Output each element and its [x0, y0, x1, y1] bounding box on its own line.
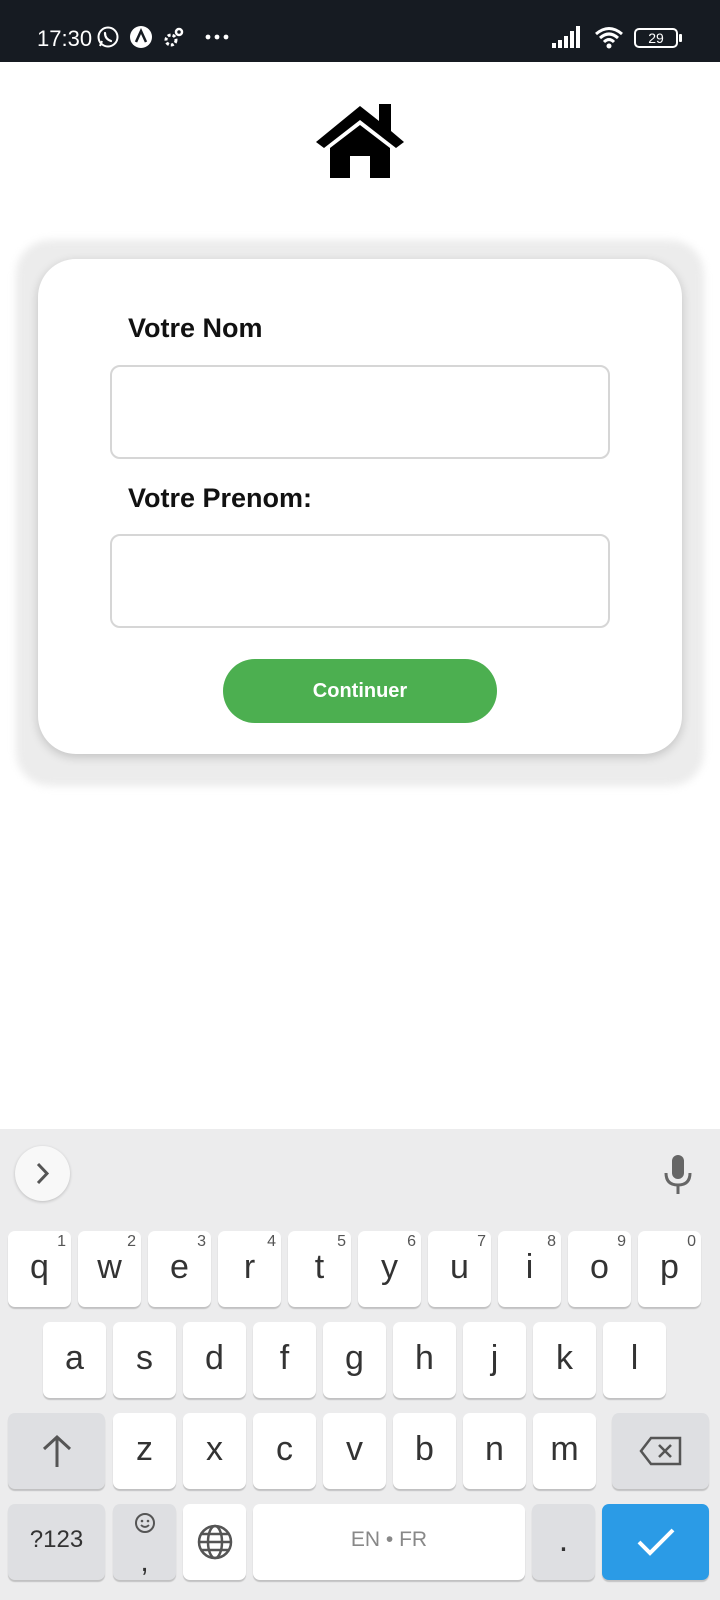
form-card: Votre Nom Votre Prenom: Continuer [38, 259, 682, 754]
key-number-hint: 6 [407, 1233, 416, 1250]
keyboard-expand-button[interactable] [15, 1146, 70, 1201]
key-e[interactable]: e3 [148, 1231, 211, 1307]
name-label: Votre Nom [128, 313, 263, 343]
key-u[interactable]: u7 [428, 1231, 491, 1307]
firstname-input[interactable] [110, 534, 610, 628]
symbols-key[interactable]: ?123 [8, 1504, 105, 1580]
key-label: x [206, 1430, 223, 1468]
keyboard: q1w2e3r4t5y6u7i8o9p0 asdfghjkl zxcvbnm ?… [0, 1129, 720, 1600]
name-input[interactable] [110, 365, 610, 459]
key-number-hint: 5 [337, 1233, 346, 1250]
emoji-comma-key[interactable]: , [113, 1504, 176, 1580]
key-z[interactable]: z [113, 1413, 176, 1489]
language-key[interactable] [183, 1504, 246, 1580]
key-number-hint: 3 [197, 1233, 206, 1250]
key-label: f [279, 1339, 290, 1377]
key-label: g [345, 1339, 364, 1377]
key-d[interactable]: d [183, 1322, 246, 1398]
key-label: t [314, 1248, 325, 1286]
key-label: z [136, 1430, 153, 1468]
enter-key[interactable] [602, 1504, 709, 1580]
more-icon [205, 34, 229, 40]
key-label: k [556, 1339, 573, 1377]
key-x[interactable]: x [183, 1413, 246, 1489]
backspace-icon [638, 1436, 681, 1466]
key-label: j [490, 1339, 499, 1377]
key-label: a [65, 1339, 84, 1377]
key-i[interactable]: i8 [498, 1231, 561, 1307]
shift-arrow-icon [42, 1434, 71, 1467]
shift-key[interactable] [8, 1413, 105, 1489]
key-c[interactable]: c [253, 1413, 316, 1489]
key-label: h [415, 1339, 434, 1377]
home-icon [316, 104, 404, 178]
period-key[interactable]: . [532, 1504, 595, 1580]
whatsapp-icon [97, 26, 119, 48]
globe-icon [197, 1524, 232, 1560]
key-label: u [450, 1248, 469, 1286]
space-key[interactable]: EN • FR [253, 1504, 525, 1580]
key-f[interactable]: f [253, 1322, 316, 1398]
key-g[interactable]: g [323, 1322, 386, 1398]
key-label: v [346, 1430, 363, 1468]
key-number-hint: 8 [547, 1233, 556, 1250]
battery-icon: 29 [634, 28, 682, 48]
key-w[interactable]: w2 [78, 1231, 141, 1307]
key-o[interactable]: o9 [568, 1231, 631, 1307]
key-label: i [525, 1248, 534, 1286]
key-label: s [136, 1339, 153, 1377]
status-time: 17:30 [37, 26, 93, 51]
screen: 17:30 29 Votre Nom Votre Prenom: Continu… [0, 0, 720, 1600]
checkmark-icon [637, 1528, 674, 1556]
key-s[interactable]: s [113, 1322, 176, 1398]
key-r[interactable]: r4 [218, 1231, 281, 1307]
key-number-hint: 2 [127, 1233, 136, 1250]
settings-icon [164, 27, 184, 47]
chevron-right-icon [36, 1162, 50, 1185]
key-l[interactable]: l [603, 1322, 666, 1398]
key-q[interactable]: q1 [8, 1231, 71, 1307]
firstname-label: Votre Prenom: [128, 483, 313, 513]
mic-icon[interactable] [660, 1153, 696, 1197]
key-m[interactable]: m [533, 1413, 596, 1489]
key-y[interactable]: y6 [358, 1231, 421, 1307]
key-label: r [243, 1248, 256, 1286]
key-number-hint: 7 [477, 1233, 486, 1250]
key-number-hint: 9 [617, 1233, 626, 1250]
key-label: p [660, 1248, 679, 1286]
wifi-icon [595, 27, 623, 49]
continue-button[interactable]: Continuer [223, 659, 497, 723]
key-number-hint: 4 [267, 1233, 276, 1250]
key-label: o [590, 1248, 609, 1286]
key-j[interactable]: j [463, 1322, 526, 1398]
key-label: q [30, 1248, 49, 1286]
key-k[interactable]: k [533, 1322, 596, 1398]
key-label: w [97, 1248, 122, 1286]
key-p[interactable]: p0 [638, 1231, 701, 1307]
backspace-key[interactable] [612, 1413, 709, 1489]
key-number-hint: 0 [687, 1233, 696, 1250]
key-label: d [205, 1339, 224, 1377]
key-label: b [415, 1430, 434, 1468]
status-bar: 17:30 29 [0, 0, 720, 62]
key-b[interactable]: b [393, 1413, 456, 1489]
key-label: y [381, 1248, 398, 1286]
key-label: c [276, 1430, 293, 1468]
key-v[interactable]: v [323, 1413, 386, 1489]
key-number-hint: 1 [57, 1233, 66, 1250]
key-t[interactable]: t5 [288, 1231, 351, 1307]
key-n[interactable]: n [463, 1413, 526, 1489]
key-h[interactable]: h [393, 1322, 456, 1398]
key-label: n [485, 1430, 504, 1468]
signal-icon [552, 26, 580, 48]
key-a[interactable]: a [43, 1322, 106, 1398]
key-label: m [550, 1430, 579, 1468]
comma-label: , [140, 1545, 149, 1578]
key-label: l [630, 1339, 639, 1377]
key-label: e [170, 1248, 189, 1286]
app-icon [130, 26, 152, 48]
